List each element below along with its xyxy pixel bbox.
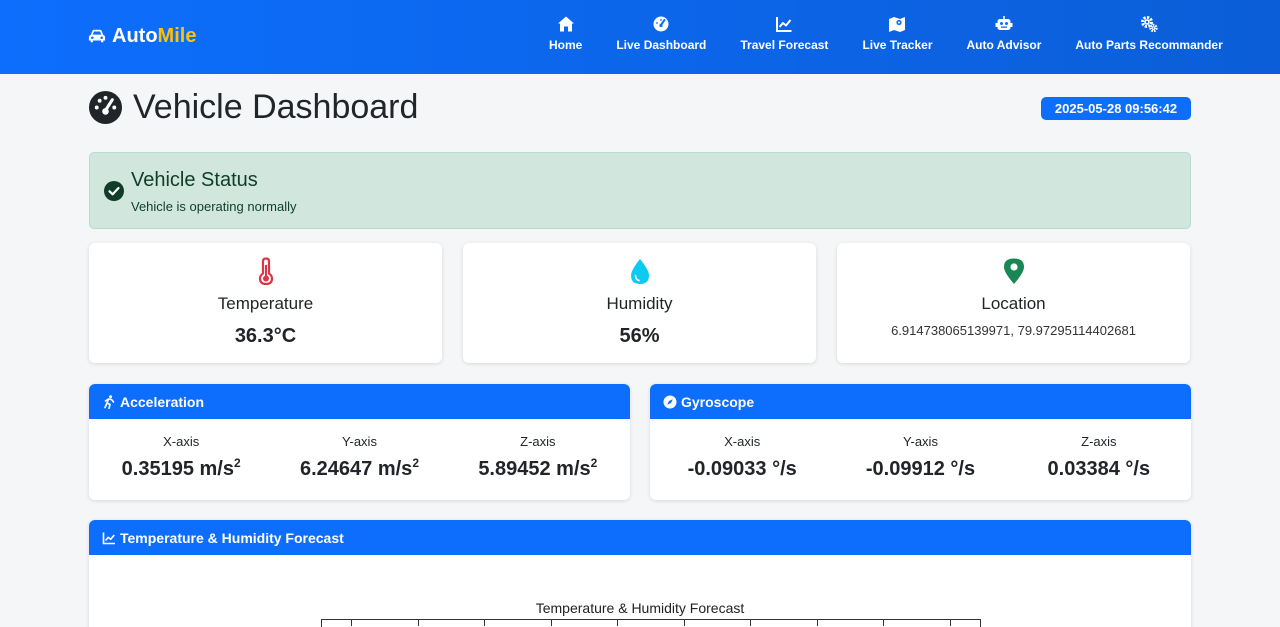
forecast-panel: Temperature & Humidity Forecast Temperat… [89, 520, 1191, 627]
acceleration-title: Acceleration [120, 393, 205, 410]
vehicle-status-alert: Vehicle Status Vehicle is operating norm… [89, 152, 1191, 229]
gyroscope-title: Gyroscope [681, 393, 755, 410]
brand-prefix: Auto [112, 24, 158, 47]
accel-x-label: X-axis [163, 434, 200, 449]
humidity-label: Humidity [606, 294, 673, 313]
chart-tick [551, 620, 552, 626]
forecast-header: Temperature & Humidity Forecast [89, 520, 1191, 555]
gyroscope-panel: Gyroscope X-axis -0.09033 °/s Y-axis -0.… [650, 384, 1191, 500]
car-icon [88, 29, 106, 43]
accel-y-label: Y-axis [342, 434, 377, 449]
accel-z-label: Z-axis [520, 434, 556, 449]
accel-z: Z-axis 5.89452 m/s2 [449, 419, 627, 481]
accel-x-value: 0.35195 m/s2 [92, 456, 270, 481]
accel-y-unit-sup: 2 [412, 456, 419, 470]
navbar: Auto Mile Home Live Dashboard Travel Fore… [0, 0, 1280, 74]
home-icon [557, 16, 574, 32]
accel-x: X-axis 0.35195 m/s2 [92, 419, 270, 481]
temperature-card: Temperature 36.3°C [89, 243, 442, 363]
gyro-y-value: -0.09912 °/s [865, 458, 976, 480]
forecast-chart-title: Temperature & Humidity Forecast [535, 600, 745, 616]
chart-tick [950, 620, 951, 626]
chart-line-icon [776, 17, 792, 32]
map-pin-icon [1003, 258, 1024, 284]
temperature-value: 36.3°C [234, 325, 297, 347]
accel-y-number: 6.24647 m/s [299, 458, 413, 480]
chart-tick [750, 620, 751, 626]
accel-z-unit-sup: 2 [590, 456, 598, 470]
gears-icon [1141, 16, 1158, 33]
nav-home-label: Home [549, 38, 583, 52]
forecast-chart-frame [321, 619, 981, 627]
gyro-z: Z-axis 0.03384 °/s [1010, 419, 1188, 481]
droplet-icon [630, 259, 649, 284]
humidity-card: Humidity 56% [463, 243, 816, 363]
nav-auto-advisor[interactable]: Auto Advisor [950, 15, 1059, 52]
chart-tick [351, 620, 352, 626]
accel-z-number: 5.89452 m/s [478, 458, 591, 480]
alert-title: Vehicle Status [131, 169, 258, 191]
location-value: 6.914738065139971, 79.97295114402681 [891, 323, 1136, 338]
location-card: Location 6.914738065139971, 79.972951144… [837, 243, 1190, 363]
alert-message: Vehicle is operating normally [131, 199, 297, 214]
nav-auto-advisor-label: Auto Advisor [966, 38, 1042, 52]
gyroscope-header: Gyroscope [650, 384, 1191, 419]
forecast-panel-title: Temperature & Humidity Forecast [120, 529, 344, 546]
page-title: Vehicle Dashboard [88, 87, 418, 127]
brand-accent: Mile [157, 24, 197, 47]
running-icon [104, 394, 115, 409]
accel-x-unit-sup: 2 [233, 456, 241, 470]
robot-icon [995, 16, 1013, 30]
location-label: Location [981, 294, 1046, 313]
nav-home[interactable]: Home [532, 15, 599, 52]
nav-travel-forecast[interactable]: Travel Forecast [723, 15, 845, 52]
gauge-icon [653, 16, 669, 32]
accel-y: Y-axis 6.24647 m/s2 [270, 419, 448, 481]
accel-y-value: 6.24647 m/s2 [270, 456, 448, 481]
nav-auto-parts[interactable]: Auto Parts Recommander [1058, 15, 1239, 52]
chart-tick [883, 620, 884, 626]
chart-tick [617, 620, 618, 626]
nav-live-dashboard[interactable]: Live Dashboard [599, 15, 723, 52]
gyro-x-value: -0.09033 °/s [687, 458, 797, 480]
check-circle-icon [104, 181, 124, 201]
acceleration-panel: Acceleration X-axis 0.35195 m/s2 Y-axis … [89, 384, 630, 500]
timestamp-badge: 2025-05-28 09:56:42 [1041, 97, 1191, 120]
gauge-icon [88, 90, 123, 124]
gyro-z-value: 0.03384 °/s [1047, 458, 1151, 480]
nav-auto-parts-label: Auto Parts Recommander [1075, 38, 1223, 52]
humidity-value: 56% [619, 325, 660, 347]
map-icon [889, 17, 906, 32]
main-nav: Home Live Dashboard Travel Forecast Live… [532, 15, 1240, 52]
nav-live-tracker[interactable]: Live Tracker [845, 15, 949, 52]
accel-x-number: 0.35195 m/s [121, 458, 234, 480]
nav-travel-forecast-label: Travel Forecast [740, 38, 829, 52]
accel-z-value: 5.89452 m/s2 [449, 456, 627, 481]
chart-line-icon [102, 532, 115, 544]
thermometer-icon [258, 257, 273, 285]
acceleration-header: Acceleration [89, 384, 630, 419]
page-title-text: Vehicle Dashboard [133, 87, 419, 126]
chart-tick [684, 620, 685, 626]
compass-icon [663, 395, 677, 408]
gyro-y: Y-axis -0.09912 °/s [831, 419, 1009, 481]
gyro-x-label: X-axis [724, 434, 761, 449]
chart-tick [418, 620, 419, 626]
gyro-x: X-axis -0.09033 °/s [653, 419, 831, 481]
gyro-y-label: Y-axis [903, 434, 938, 449]
chart-tick [817, 620, 818, 626]
brand-logo[interactable]: Auto Mile [88, 24, 196, 48]
temperature-label: Temperature [217, 294, 314, 313]
chart-tick [484, 620, 485, 626]
nav-live-tracker-label: Live Tracker [862, 38, 933, 52]
gyro-z-label: Z-axis [1081, 434, 1117, 449]
nav-live-dashboard-label: Live Dashboard [616, 38, 707, 52]
